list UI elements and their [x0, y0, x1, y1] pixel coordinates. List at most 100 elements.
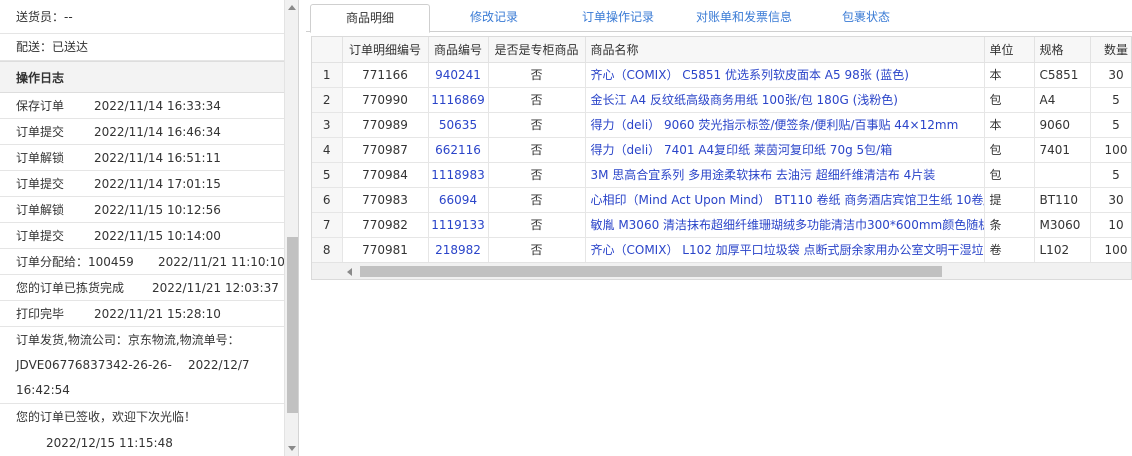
- table-row[interactable]: 2 770990 1116869 否 金长江 A4 反纹纸高级商务用纸 100张…: [312, 87, 1131, 113]
- row-number: 1: [312, 62, 343, 88]
- qty-cell: 5: [1090, 87, 1131, 113]
- detail-id-cell: 770983: [342, 187, 429, 213]
- qty-cell: 5: [1090, 162, 1131, 188]
- scrollbar-thumb[interactable]: [287, 237, 298, 413]
- detail-id-cell: 770990: [342, 87, 429, 113]
- detail-id-cell: 771166: [342, 62, 429, 88]
- row-number: 4: [312, 137, 343, 163]
- operation-log-title: 操作日志: [0, 61, 284, 93]
- tab-modification-log[interactable]: 修改记录: [436, 4, 552, 32]
- qty-cell: 30: [1090, 62, 1131, 88]
- product-name-link[interactable]: 心相印（Mind Act Upon Mind） BT110 卷纸 商务酒店宾馆卫…: [585, 187, 985, 213]
- log-time: 2022/11/21 15:28:10: [94, 307, 221, 321]
- col-header-qty[interactable]: 数量: [1090, 37, 1131, 63]
- sku-link[interactable]: 218982: [428, 237, 489, 263]
- log-entry: 您的订单已拣货完成 2022/11/21 12:03:37: [0, 275, 284, 301]
- sku-link[interactable]: 1119133: [428, 212, 489, 238]
- log-entry: 订单分配给：100459 2022/11/21 11:10:10: [0, 249, 285, 275]
- unit-cell: 包: [984, 162, 1035, 188]
- row-number: 5: [312, 162, 343, 188]
- log-time: 2022/11/14 17:01:15: [94, 177, 221, 191]
- table-row[interactable]: 4 770987 662116 否 得力（deli） 7401 A4复印纸 莱茵…: [312, 137, 1131, 163]
- detail-panel: 商品明细 修改记录 订单操作记录 对账单和发票信息 包裹状态 订单明细编号 商品…: [306, 0, 1132, 456]
- col-header-detail-id[interactable]: 订单明细编号: [342, 37, 429, 63]
- col-header-rownum: [312, 37, 343, 63]
- scroll-up-icon[interactable]: [288, 5, 296, 10]
- product-name-link[interactable]: 得力（deli） 9060 荧光指示标签/便签条/便利贴/百事贴 44×12mm: [585, 112, 985, 138]
- log-time: 2022/11/15 10:12:56: [94, 203, 221, 217]
- sku-link[interactable]: 940241: [428, 62, 489, 88]
- counter-cell: 否: [488, 162, 586, 188]
- log-action: 订单解锁: [16, 151, 65, 165]
- log-action: 订单提交: [16, 125, 65, 139]
- unit-cell: 卷: [984, 237, 1035, 263]
- log-signed-time: 2022/12/15 11:15:48: [46, 436, 173, 450]
- unit-cell: 本: [984, 62, 1035, 88]
- sku-link[interactable]: 50635: [428, 112, 489, 138]
- qty-cell: 100: [1090, 137, 1131, 163]
- tab-package-status[interactable]: 包裹状态: [808, 4, 924, 32]
- left-vertical-scrollbar[interactable]: [284, 0, 298, 456]
- tab-bar: 商品明细 修改记录 订单操作记录 对账单和发票信息 包裹状态: [306, 0, 1132, 33]
- table-row[interactable]: 6 770983 66094 否 心相印（Mind Act Upon Mind）…: [312, 187, 1131, 213]
- col-header-sku[interactable]: 商品编号: [428, 37, 489, 63]
- product-name-link[interactable]: 敏胤 M3060 清洁抹布超细纤维珊瑚绒多功能清洁巾300*600mm颜色随机: [585, 212, 985, 238]
- log-entry: 订单提交 2022/11/14 16:46:34: [0, 119, 284, 145]
- table-row[interactable]: 1 771166 940241 否 齐心（COMIX） C5851 优选系列软皮…: [312, 62, 1131, 88]
- col-header-spec[interactable]: 规格: [1034, 37, 1091, 63]
- log-time: 2022/11/21 11:10:10: [158, 255, 285, 269]
- sku-link[interactable]: 1118983: [428, 162, 489, 188]
- table-horizontal-scrollbar[interactable]: [312, 262, 1131, 279]
- log-shipped-date: 2022/12/7: [188, 358, 250, 372]
- sku-link[interactable]: 66094: [428, 187, 489, 213]
- product-table: 订单明细编号 商品编号 是否是专柜商品 商品名称 单位 规格 数量 1 7711…: [311, 36, 1132, 280]
- tab-order-operation-log[interactable]: 订单操作记录: [560, 4, 676, 32]
- table-row[interactable]: 5 770984 1118983 否 3M 思高合宜系列 多用途柔软抹布 去油污…: [312, 162, 1131, 188]
- product-name-link[interactable]: 3M 思高合宜系列 多用途柔软抹布 去油污 超细纤维清洁布 4片装: [585, 162, 985, 188]
- log-signed-text: 您的订单已签收，欢迎下次光临！: [16, 410, 197, 424]
- scroll-left-icon[interactable]: [347, 268, 352, 276]
- detail-id-cell: 770987: [342, 137, 429, 163]
- scroll-down-icon[interactable]: [288, 446, 296, 451]
- log-entry-shipped: 订单发货,物流公司：京东物流,物流单号： JDVE06776837342-26-…: [0, 327, 284, 404]
- detail-id-cell: 770984: [342, 162, 429, 188]
- col-header-name[interactable]: 商品名称: [585, 37, 985, 63]
- sku-link[interactable]: 1116869: [428, 87, 489, 113]
- unit-cell: 包: [984, 87, 1035, 113]
- table-row[interactable]: 3 770989 50635 否 得力（deli） 9060 荧光指示标签/便签…: [312, 112, 1131, 138]
- product-name-link[interactable]: 齐心（COMIX） C5851 优选系列软皮面本 A5 98张 (蓝色): [585, 62, 985, 88]
- unit-cell: 条: [984, 212, 1035, 238]
- tab-product-details[interactable]: 商品明细: [310, 4, 430, 33]
- log-shipped-time: 16:42:54: [16, 383, 70, 397]
- log-action: 订单提交: [16, 177, 65, 191]
- delivery-status-text: 配送：已送达: [0, 34, 284, 61]
- order-info-panel: 送货员：-- 配送：已送达 操作日志 保存订单 2022/11/14 16:33:…: [0, 0, 299, 456]
- product-name-link[interactable]: 齐心（COMIX） L102 加厚平口垃圾袋 点断式厨余家用办公室文明干湿垃圾: [585, 237, 985, 263]
- row-number: 2: [312, 87, 343, 113]
- scrollbar-thumb[interactable]: [360, 266, 942, 277]
- product-name-link[interactable]: 得力（deli） 7401 A4复印纸 莱茵河复印纸 70g 5包/箱: [585, 137, 985, 163]
- log-action: 您的订单已拣货完成: [16, 281, 125, 295]
- qty-cell: 100: [1090, 237, 1131, 263]
- col-header-counter[interactable]: 是否是专柜商品: [488, 37, 586, 63]
- table-row[interactable]: 7 770982 1119133 否 敏胤 M3060 清洁抹布超细纤维珊瑚绒多…: [312, 212, 1131, 238]
- product-name-link[interactable]: 金长江 A4 反纹纸高级商务用纸 100张/包 180G (浅粉色): [585, 87, 985, 113]
- log-action: 打印完毕: [16, 307, 65, 321]
- unit-cell: 提: [984, 187, 1035, 213]
- row-number: 8: [312, 237, 343, 263]
- unit-cell: 本: [984, 112, 1035, 138]
- col-header-unit[interactable]: 单位: [984, 37, 1035, 63]
- log-time: 2022/11/21 12:03:37: [152, 281, 279, 295]
- log-action: 订单解锁: [16, 203, 65, 217]
- tab-statement-invoice[interactable]: 对账单和发票信息: [680, 4, 808, 32]
- log-entry-signed: 您的订单已签收，欢迎下次光临！ 2022/12/15 11:15:48: [0, 404, 284, 456]
- qty-cell: 30: [1090, 187, 1131, 213]
- tracking-number: JDVE06776837342-26-26-: [16, 358, 172, 372]
- table-row[interactable]: 8 770981 218982 否 齐心（COMIX） L102 加厚平口垃圾袋…: [312, 237, 1131, 263]
- unit-cell: 包: [984, 137, 1035, 163]
- sku-link[interactable]: 662116: [428, 137, 489, 163]
- log-time: 2022/11/14 16:51:11: [94, 151, 221, 165]
- log-entry: 订单提交 2022/11/15 10:14:00: [0, 223, 284, 249]
- counter-cell: 否: [488, 237, 586, 263]
- log-action: 订单提交: [16, 229, 65, 243]
